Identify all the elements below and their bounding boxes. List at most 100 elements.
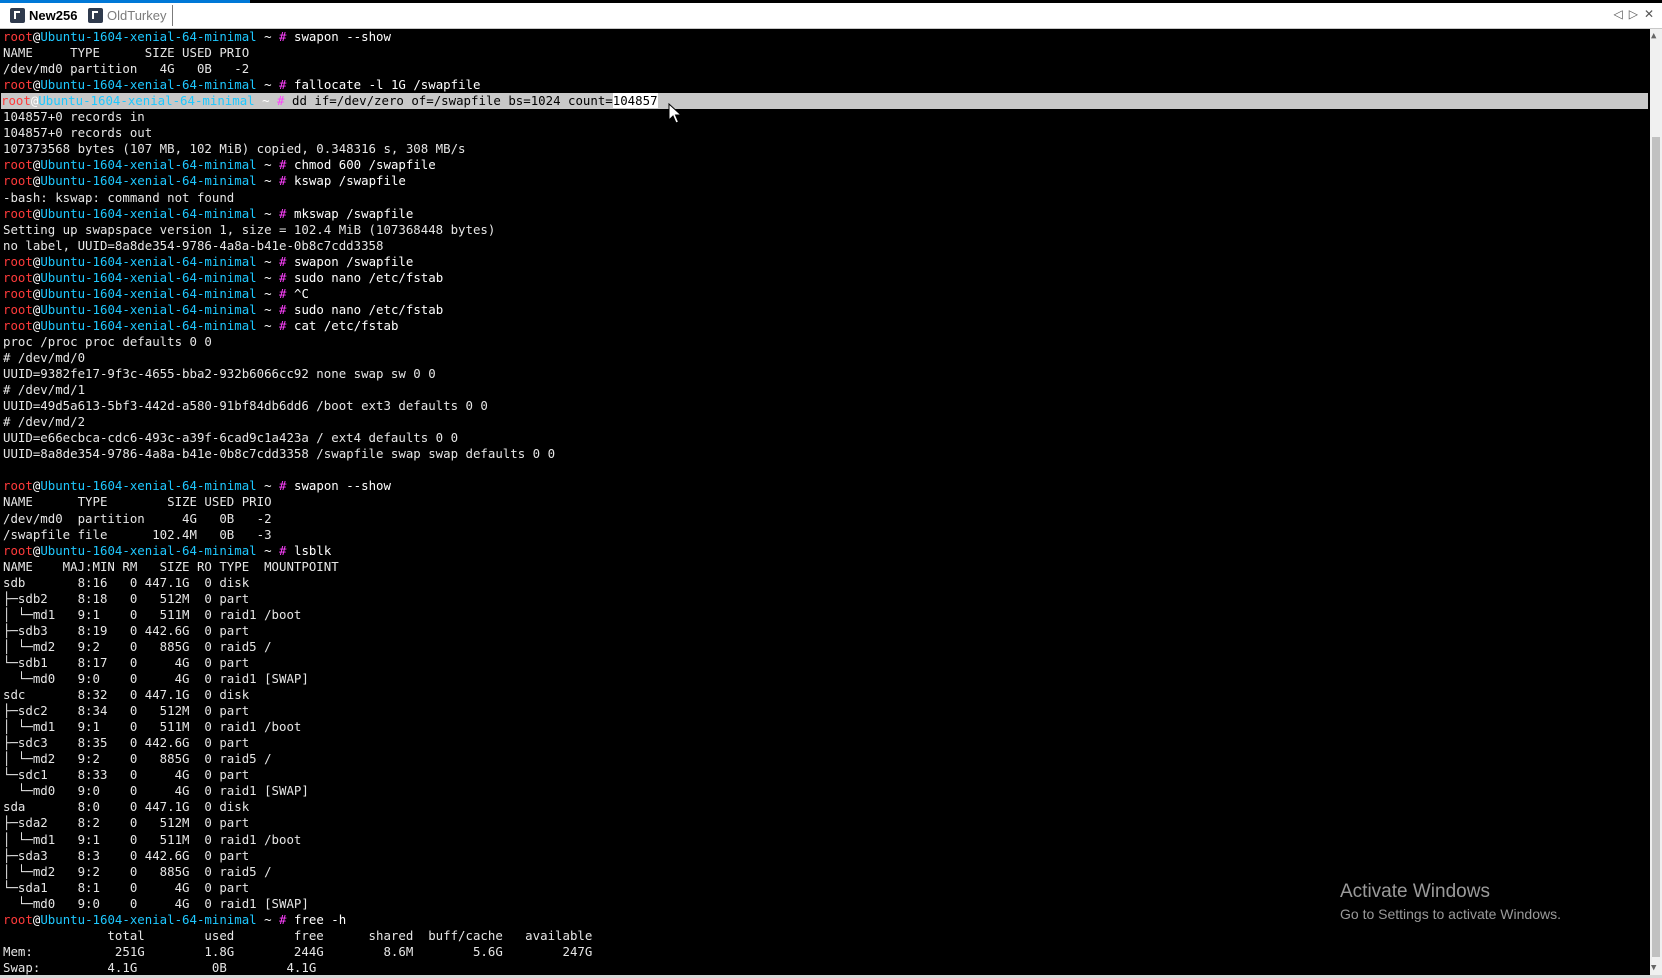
output-line: └─md0 9:0 0 4G 0 raid1 [SWAP]	[3, 783, 309, 799]
watermark-title: Activate Windows	[1340, 881, 1490, 902]
prompt-user: root	[1, 93, 31, 109]
output-line: sdc 8:32 0 447.1G 0 disk	[3, 687, 249, 703]
scroll-tabs-right-icon[interactable]: ▷	[1629, 7, 1638, 21]
output-line: │ └─md2 9:2 0 885G 0 raid5 /	[3, 639, 272, 655]
prompt-path: ~	[256, 478, 280, 494]
command-text: dd if=/dev/zero of=/swapfile bs=1024 cou…	[291, 93, 613, 109]
scroll-down-arrow-icon[interactable]: ▼	[1651, 963, 1656, 973]
putty-icon	[88, 8, 103, 23]
prompt-path: ~	[256, 77, 280, 93]
output-text: └─md0 9:0 0 4G 0 raid1 [SWAP]	[3, 783, 309, 799]
output-text: NAME MAJ:MIN RM SIZE RO TYPE MOUNTPOINT	[3, 558, 339, 574]
output-text: ├─sdc3 8:35 0 442.6G 0 part	[3, 735, 250, 751]
output-line: proc /proc proc defaults 0 0	[3, 334, 212, 350]
output-line: │ └─md2 9:2 0 885G 0 raid5 /	[3, 751, 272, 767]
command-text: lsblk	[293, 542, 332, 558]
prompt-symbol: #	[279, 253, 287, 269]
output-text: # /dev/md/0	[3, 350, 86, 365]
output-line: │ └─md1 9:1 0 511M 0 raid1 /boot	[3, 832, 301, 848]
terminal-scrollbar[interactable]: ▲ ▼	[1650, 29, 1662, 975]
tab-oldturkey[interactable]: OldTurkey	[84, 5, 174, 26]
output-text: Mem: 251G 1.8G 244G 8.6M 5.6G 247G	[3, 943, 593, 959]
output-line: └─sdc1 8:33 0 4G 0 part	[3, 767, 249, 783]
output-line: UUID=9382fe17-9f3c-4655-bba2-932b6066cc9…	[3, 366, 436, 382]
output-line: UUID=e66ecbca-cdc6-493c-a39f-6cad9c1a423…	[3, 430, 458, 446]
output-text: 104857+0 records out	[3, 125, 153, 141]
output-line: 104857+0 records out	[3, 125, 152, 141]
output-text: ├─sdb3 8:19 0 442.6G 0 part	[3, 622, 250, 638]
output-text: ├─sdc2 8:34 0 512M 0 part	[3, 703, 250, 719]
activate-windows-watermark: Activate Windows Go to Settings to activ…	[1340, 880, 1561, 924]
prompt-symbol: #	[279, 301, 287, 317]
output-text: /swapfile file 102.4M 0B -3	[3, 526, 272, 542]
prompt-line: root@Ubuntu-1604-xenial-64-minimal ~ # s…	[3, 254, 413, 270]
prompt-path: ~	[256, 29, 280, 44]
prompt-path: ~	[256, 173, 280, 189]
output-text: ├─sda3 8:3 0 442.6G 0 part	[3, 847, 250, 863]
prompt-line: root@Ubuntu-1604-xenial-64-minimal ~ # s…	[3, 270, 443, 286]
prompt-host: Ubuntu-1604-xenial-64-minimal	[40, 173, 257, 189]
output-text: # /dev/md/1	[3, 382, 86, 398]
output-text: └─sda1 8:1 0 4G 0 part	[3, 879, 250, 895]
output-text: └─md0 9:0 0 4G 0 raid1 [SWAP]	[3, 671, 309, 686]
output-line: sda 8:0 0 447.1G 0 disk	[3, 799, 249, 815]
output-text: └─sdb1 8:17 0 4G 0 part	[3, 654, 250, 670]
output-line: └─md0 9:0 0 4G 0 raid1 [SWAP]	[3, 896, 309, 912]
tab-bar: New256 OldTurkey ◁ ▷ ✕	[0, 3, 1662, 29]
output-text: Swap: 4.1G 0B 4.1G	[3, 959, 317, 975]
command-text: cat /etc/fstab	[293, 317, 399, 333]
output-text: UUID=49d5a613-5bf3-442d-a580-91bf84db6dd…	[3, 398, 488, 414]
output-text: 107373568 bytes (107 MB, 102 MiB) copied…	[3, 141, 466, 157]
prompt-line: root@Ubuntu-1604-xenial-64-minimal ~ # s…	[3, 302, 443, 318]
prompt-line: root@Ubuntu-1604-xenial-64-minimal ~ # s…	[3, 29, 391, 45]
prompt-symbol: #	[277, 93, 285, 109]
output-line: /dev/md0 partition 4G 0B -2	[3, 511, 272, 527]
prompt-line: root@Ubuntu-1604-xenial-64-minimal ~ # c…	[3, 318, 398, 334]
output-text: sda 8:0 0 447.1G 0 disk	[3, 799, 250, 815]
output-line: UUID=8a8de354-9786-4a8a-b41e-0b8c7cdd335…	[3, 446, 555, 462]
selected-text[interactable]: 104857	[612, 93, 658, 109]
command-text: swapon --show	[293, 478, 391, 494]
command-text: fallocate -l 1G /swapfile	[293, 77, 481, 93]
scrollbar-thumb[interactable]	[1652, 137, 1660, 957]
output-line: ├─sdb3 8:19 0 442.6G 0 part	[3, 623, 249, 639]
tab-label: New256	[29, 8, 78, 23]
prompt-symbol: #	[279, 205, 287, 221]
tab-new256[interactable]: New256	[6, 5, 81, 26]
prompt-user: root	[3, 542, 33, 558]
prompt-user: root	[3, 77, 33, 93]
command-text: swapon /swapfile	[293, 253, 414, 269]
terminal-output[interactable]: root@Ubuntu-1604-xenial-64-minimal ~ # s…	[1, 29, 1649, 975]
output-line: └─md0 9:0 0 4G 0 raid1 [SWAP]	[3, 671, 309, 687]
prompt-line: root@Ubuntu-1604-xenial-64-minimal ~ # d…	[1, 93, 1648, 110]
prompt-path: ~	[256, 205, 280, 221]
prompt-path: ~	[256, 301, 280, 317]
prompt-user: root	[3, 285, 33, 301]
output-line: NAME MAJ:MIN RM SIZE RO TYPE MOUNTPOINT	[3, 559, 339, 575]
prompt-line: root@Ubuntu-1604-xenial-64-minimal ~ # l…	[3, 543, 331, 559]
output-line: sdb 8:16 0 447.1G 0 disk	[3, 575, 249, 591]
prompt-line: root@Ubuntu-1604-xenial-64-minimal ~ # c…	[3, 157, 436, 173]
output-text: │ └─md2 9:2 0 885G 0 raid5 /	[3, 638, 272, 654]
scroll-tabs-left-icon[interactable]: ◁	[1613, 7, 1622, 21]
output-text: NAME TYPE SIZE USED PRIO	[3, 45, 250, 61]
prompt-user: root	[3, 269, 33, 285]
output-text: UUID=8a8de354-9786-4a8a-b41e-0b8c7cdd335…	[3, 446, 556, 462]
command-text: chmod 600 /swapfile	[293, 157, 436, 173]
output-line: # /dev/md/2	[3, 414, 85, 430]
output-line: └─sdb1 8:17 0 4G 0 part	[3, 655, 249, 671]
prompt-path: ~	[256, 157, 280, 173]
close-tab-icon[interactable]: ✕	[1644, 7, 1654, 21]
output-line: Mem: 251G 1.8G 244G 8.6M 5.6G 247G	[3, 944, 592, 960]
prompt-path: ~	[256, 317, 280, 333]
prompt-user: root	[3, 301, 33, 317]
output-line: │ └─md1 9:1 0 511M 0 raid1 /boot	[3, 719, 301, 735]
command-text: sudo nano /etc/fstab	[293, 301, 444, 317]
prompt-line: root@Ubuntu-1604-xenial-64-minimal ~ # m…	[3, 206, 413, 222]
output-text: UUID=e66ecbca-cdc6-493c-a39f-6cad9c1a423…	[3, 430, 459, 446]
output-text: │ └─md2 9:2 0 885G 0 raid5 /	[3, 863, 272, 879]
output-line: │ └─md1 9:1 0 511M 0 raid1 /boot	[3, 607, 301, 623]
scroll-up-arrow-icon[interactable]: ▲	[1651, 31, 1656, 41]
prompt-user: root	[3, 29, 33, 44]
command-text: mkswap /swapfile	[293, 205, 414, 221]
